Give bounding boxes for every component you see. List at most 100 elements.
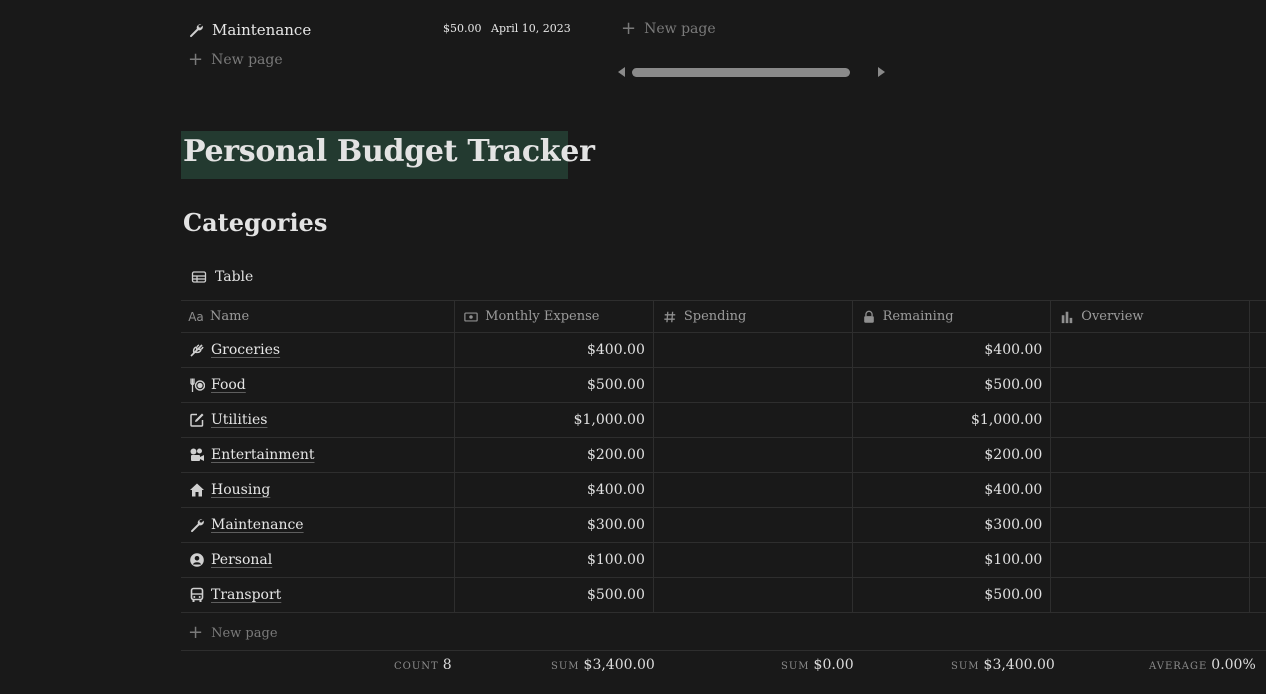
row-name-label: Entertainment (211, 447, 315, 463)
calc-value: $3,400.00 (583, 657, 655, 673)
column-header-spacer (1250, 301, 1266, 332)
calc-value: 0.00% (1211, 657, 1256, 673)
calc-sum-monthly[interactable]: SUM $3,400.00 (551, 657, 655, 673)
previous-row-name: Maintenance (212, 21, 312, 39)
table-row[interactable]: Food $500.00 $500.00 (181, 368, 1266, 403)
cell-spending[interactable] (654, 368, 853, 402)
cell-remaining[interactable]: $200.00 (853, 438, 1052, 472)
text-aa-icon: Aa (188, 309, 204, 324)
cell-monthly-expense[interactable]: $1,000.00 (455, 403, 654, 437)
calc-count[interactable]: COUNT 8 (394, 657, 452, 673)
cell-monthly-expense[interactable]: $200.00 (455, 438, 654, 472)
cell-spending[interactable] (654, 403, 853, 437)
hash-icon (662, 309, 678, 325)
cell-overview[interactable] (1051, 543, 1250, 577)
wheat-icon (188, 341, 206, 359)
cell-remaining[interactable]: $500.00 (853, 578, 1052, 612)
cell-name[interactable]: Maintenance (181, 508, 456, 542)
column-header-monthly-expense[interactable]: Monthly Expense (455, 301, 654, 332)
cell-remaining[interactable]: $100.00 (853, 543, 1052, 577)
cell-remaining[interactable]: $400.00 (853, 333, 1052, 367)
calc-average-overview[interactable]: AVERAGE 0.00% (1149, 657, 1256, 673)
cell-name[interactable]: Housing (181, 473, 456, 507)
cell-overview[interactable] (1051, 403, 1250, 437)
column-header-name[interactable]: Aa Name (181, 301, 456, 332)
column-header-label: Overview (1081, 309, 1144, 324)
horizontal-scrollbar-thumb[interactable] (632, 68, 850, 77)
new-page-button-top-left[interactable]: + New page (188, 51, 283, 69)
calc-value: 8 (442, 657, 452, 673)
table-row[interactable]: Maintenance $300.00 $300.00 (181, 508, 1266, 543)
cell-spending[interactable] (654, 438, 853, 472)
cell-name[interactable]: Food (181, 368, 456, 402)
bar-chart-icon (1059, 309, 1075, 325)
cell-monthly-expense[interactable]: $400.00 (455, 333, 654, 367)
cell-spacer (1250, 508, 1266, 542)
edit-icon (188, 411, 206, 429)
new-page-button-top-right[interactable]: + New page (621, 20, 716, 38)
table-row[interactable]: Transport $500.00 $500.00 (181, 578, 1266, 613)
cell-spending[interactable] (654, 543, 853, 577)
cell-name[interactable]: Personal (181, 543, 456, 577)
calc-sum-remaining[interactable]: SUM $3,400.00 (951, 657, 1055, 673)
view-tab-table[interactable]: Table (190, 268, 253, 286)
cell-monthly-expense[interactable]: $500.00 (455, 578, 654, 612)
previous-row-maintenance[interactable]: Maintenance (186, 18, 311, 42)
cell-name[interactable]: Groceries (181, 333, 456, 367)
row-name-label: Transport (211, 587, 282, 603)
cell-overview[interactable] (1051, 368, 1250, 402)
cell-overview[interactable] (1051, 578, 1250, 612)
table-row[interactable]: Groceries $400.00 $400.00 (181, 333, 1266, 368)
cell-overview[interactable] (1051, 473, 1250, 507)
table-row[interactable]: Utilities $1,000.00 $1,000.00 (181, 403, 1266, 438)
column-header-spending[interactable]: Spending (654, 301, 853, 332)
cell-spending[interactable] (654, 578, 853, 612)
calc-label: AVERAGE (1149, 661, 1208, 672)
cell-monthly-expense[interactable]: $100.00 (455, 543, 654, 577)
column-header-label: Spending (683, 309, 747, 324)
cell-remaining[interactable]: $300.00 (853, 508, 1052, 542)
cell-remaining[interactable]: $400.00 (853, 473, 1052, 507)
footer-divider (181, 650, 1266, 651)
cell-monthly-expense[interactable]: $400.00 (455, 473, 654, 507)
cell-spending[interactable] (654, 333, 853, 367)
cell-overview[interactable] (1051, 438, 1250, 472)
section-heading-categories[interactable]: Categories (183, 208, 327, 237)
wrench-icon (186, 20, 206, 40)
page-title[interactable]: Personal Budget Tracker (183, 134, 595, 169)
table-row[interactable]: Entertainment $200.00 $200.00 (181, 438, 1266, 473)
scroll-right-arrow[interactable] (878, 67, 885, 77)
cell-overview[interactable] (1051, 508, 1250, 542)
cell-name[interactable]: Transport (181, 578, 456, 612)
new-page-button-table[interactable]: + New page (188, 624, 278, 642)
cell-spending[interactable] (654, 508, 853, 542)
cell-remaining[interactable]: $1,000.00 (853, 403, 1052, 437)
plus-icon: + (188, 49, 204, 70)
wrench-icon (188, 516, 206, 534)
cell-name[interactable]: Entertainment (181, 438, 456, 472)
cell-spending[interactable] (654, 473, 853, 507)
table-icon (190, 268, 208, 286)
column-header-remaining[interactable]: Remaining (853, 301, 1052, 332)
previous-row-amount: $50.00 (443, 22, 482, 35)
cell-name[interactable]: Utilities (181, 403, 456, 437)
cell-monthly-expense[interactable]: $300.00 (455, 508, 654, 542)
calc-sum-spending[interactable]: SUM $0.00 (781, 657, 854, 673)
table-row[interactable]: Housing $400.00 $400.00 (181, 473, 1266, 508)
table-row[interactable]: Personal $100.00 $100.00 (181, 543, 1266, 578)
column-header-overview[interactable]: Overview (1051, 301, 1250, 332)
cell-spacer (1250, 438, 1266, 472)
scroll-left-arrow[interactable] (618, 67, 625, 77)
new-page-label: New page (644, 21, 716, 37)
cell-remaining[interactable]: $500.00 (853, 368, 1052, 402)
view-tab-label: Table (215, 269, 254, 285)
money-icon (463, 309, 479, 325)
lock-icon (861, 309, 877, 325)
row-name-label: Housing (211, 482, 271, 498)
cell-overview[interactable] (1051, 333, 1250, 367)
cell-spacer (1250, 368, 1266, 402)
cell-spacer (1250, 543, 1266, 577)
cell-spacer (1250, 473, 1266, 507)
cell-monthly-expense[interactable]: $500.00 (455, 368, 654, 402)
calc-label: SUM (951, 661, 980, 672)
